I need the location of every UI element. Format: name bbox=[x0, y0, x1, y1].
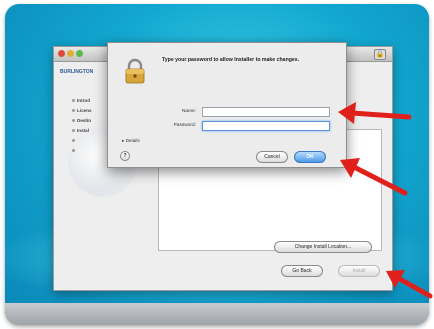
arrow-icon bbox=[340, 158, 408, 196]
arrow-icon bbox=[386, 270, 433, 299]
annotation-arrows bbox=[338, 102, 433, 299]
arrow-icon bbox=[338, 102, 412, 124]
